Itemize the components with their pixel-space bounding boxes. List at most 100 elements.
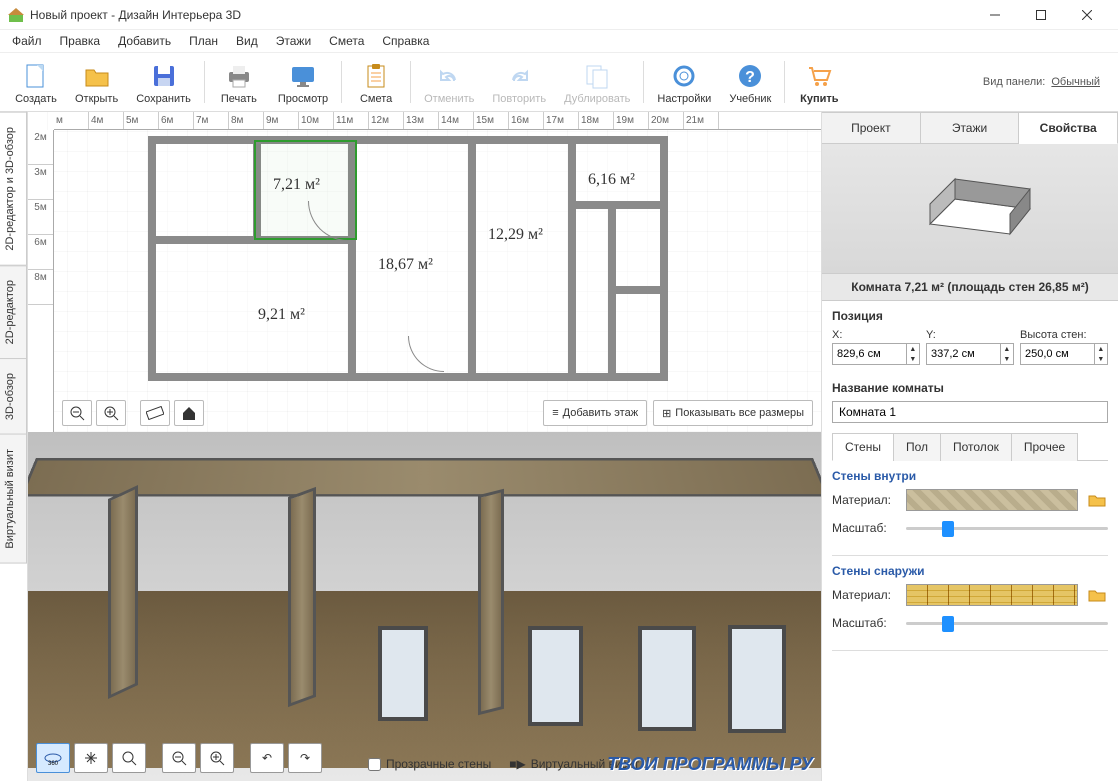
wall-height-input[interactable]: ▲▼ [1020, 343, 1108, 365]
outer-material-swatch[interactable] [906, 584, 1078, 606]
ruler-vertical: 2м3м5м6м8м [28, 130, 54, 432]
inner-material-swatch[interactable] [906, 489, 1078, 511]
right-tabs: Проект Этажи Свойства [822, 112, 1118, 144]
pan-button[interactable] [74, 743, 108, 773]
undo-button[interactable]: Отменить [415, 54, 483, 110]
tab-project[interactable]: Проект [822, 112, 921, 144]
monitor-icon [287, 60, 319, 92]
save-button[interactable]: Сохранить [127, 54, 200, 110]
cart-icon [803, 60, 835, 92]
menu-file[interactable]: Файл [4, 32, 50, 50]
floorplan[interactable]: 7,21 м² 18,67 м² 12,29 м² 6,16 м² 9,21 м… [148, 136, 668, 381]
clipboard-icon [360, 60, 392, 92]
room-area-3: 12,29 м² [488, 226, 543, 244]
add-floor-button[interactable]: ≡Добавить этаж [543, 400, 647, 426]
minimize-button[interactable] [972, 0, 1018, 30]
walls-outer-group: Стены снаружи Материал: Масштаб: [832, 564, 1108, 651]
subtab-other[interactable]: Прочее [1011, 433, 1078, 461]
room-name-input[interactable] [832, 401, 1108, 423]
open-button[interactable]: Открыть [66, 54, 127, 110]
room-3d-preview [822, 144, 1118, 274]
panel-mode-link[interactable]: Обычный [1051, 76, 1100, 88]
subtab-floor[interactable]: Пол [893, 433, 941, 461]
inner-scale-slider[interactable] [906, 517, 1108, 539]
redo-button[interactable]: Повторить [483, 54, 555, 110]
subtab-ceiling[interactable]: Потолок [940, 433, 1012, 461]
room-area-2: 18,67 м² [378, 256, 433, 274]
floppy-icon [148, 60, 180, 92]
position-header: Позиция [822, 301, 1118, 327]
svg-text:360: 360 [48, 761, 59, 767]
tab-floors[interactable]: Этажи [921, 112, 1020, 144]
room-info-title: Комната 7,21 м² (площадь стен 26,85 м²) [822, 274, 1118, 301]
zoom-3d-button[interactable] [112, 743, 146, 773]
menu-view[interactable]: Вид [228, 32, 266, 50]
menu-edit[interactable]: Правка [52, 32, 109, 50]
room-area-5: 9,21 м² [258, 306, 305, 324]
zoom-out-3d-button[interactable] [162, 743, 196, 773]
camera-icon: ■▶ [509, 757, 525, 771]
show-dimensions-button[interactable]: ⊞Показывать все размеры [653, 400, 813, 426]
gear-icon [668, 60, 700, 92]
tab-2d-editor[interactable]: 2D-редактор [0, 265, 27, 359]
position-x-input[interactable]: ▲▼ [832, 343, 920, 365]
tab-2d-3d-combo[interactable]: 2D-редактор и 3D-обзор [0, 112, 27, 266]
plan-zoom-tools [62, 400, 204, 426]
svg-text:?: ? [745, 69, 755, 86]
menu-estimate[interactable]: Смета [321, 32, 372, 50]
buy-button[interactable]: Купить [789, 54, 849, 110]
folder-open-icon [81, 60, 113, 92]
duplicate-icon [581, 60, 613, 92]
help-icon: ? [734, 60, 766, 92]
menu-plan[interactable]: План [181, 32, 226, 50]
view-3d-viewport[interactable]: 360 ↶ ↷ Прозрачные стены ■▶Виртуальный в… [28, 432, 821, 781]
tutorial-button[interactable]: ? Учебник [720, 54, 780, 110]
tab-properties[interactable]: Свойства [1019, 112, 1118, 144]
orbit-button[interactable]: 360 [36, 743, 70, 773]
menu-floors[interactable]: Этажи [268, 32, 319, 50]
create-button[interactable]: Создать [6, 54, 66, 110]
layers-icon: ≡ [552, 407, 558, 419]
position-y-input[interactable]: ▲▼ [926, 343, 1014, 365]
zoom-in-button[interactable] [96, 400, 126, 426]
inner-material-browse[interactable] [1086, 489, 1108, 511]
watermark: ТВОИ ПРОГРАММЫ РУ [607, 754, 813, 775]
print-button[interactable]: Печать [209, 54, 269, 110]
subtab-walls[interactable]: Стены [832, 433, 894, 461]
plan-2d-viewport[interactable]: м4м5м6м7м8м9м10м11м12м13м14м15м16м17м18м… [28, 112, 821, 432]
estimate-button[interactable]: Смета [346, 54, 406, 110]
transparent-walls-checkbox[interactable]: Прозрачные стены [368, 757, 491, 771]
redo-3d-button[interactable]: ↷ [288, 743, 322, 773]
tab-3d-view[interactable]: 3D-обзор [0, 358, 27, 435]
undo-3d-button[interactable]: ↶ [250, 743, 284, 773]
measure-button[interactable] [140, 400, 170, 426]
left-tabs: 2D-редактор и 3D-обзор 2D-редактор 3D-об… [0, 112, 28, 781]
zoom-out-button[interactable] [62, 400, 92, 426]
outer-material-browse[interactable] [1086, 584, 1108, 606]
menu-help[interactable]: Справка [374, 32, 437, 50]
redo-icon [503, 60, 535, 92]
room-area-4: 6,16 м² [588, 171, 635, 189]
zoom-in-3d-button[interactable] [200, 743, 234, 773]
duplicate-button[interactable]: Дублировать [555, 54, 639, 110]
home-button[interactable] [174, 400, 204, 426]
room-name-header: Название комнаты [822, 373, 1118, 399]
plan-actions: ≡Добавить этаж ⊞Показывать все размеры [543, 400, 813, 426]
property-subtabs: Стены Пол Потолок Прочее [832, 433, 1108, 461]
view3d-tools: 360 ↶ ↷ [36, 743, 322, 773]
toolbar: Создать Открыть Сохранить Печать Просмот… [0, 52, 1118, 112]
panel-mode: Вид панели: Обычный [983, 76, 1112, 88]
menu-add[interactable]: Добавить [110, 32, 179, 50]
dimensions-icon: ⊞ [662, 407, 671, 420]
maximize-button[interactable] [1018, 0, 1064, 30]
printer-icon [223, 60, 255, 92]
outer-scale-slider[interactable] [906, 612, 1108, 634]
settings-button[interactable]: Настройки [648, 54, 720, 110]
close-button[interactable] [1064, 0, 1110, 30]
room-area-1: 7,21 м² [273, 176, 320, 194]
menubar: Файл Правка Добавить План Вид Этажи Смет… [0, 30, 1118, 52]
window-title: Новый проект - Дизайн Интерьера 3D [30, 8, 972, 22]
preview-button[interactable]: Просмотр [269, 54, 337, 110]
tab-virtual-tour[interactable]: Виртуальный визит [0, 434, 27, 564]
view3d-options: Прозрачные стены ■▶Виртуальный визит [368, 757, 639, 771]
